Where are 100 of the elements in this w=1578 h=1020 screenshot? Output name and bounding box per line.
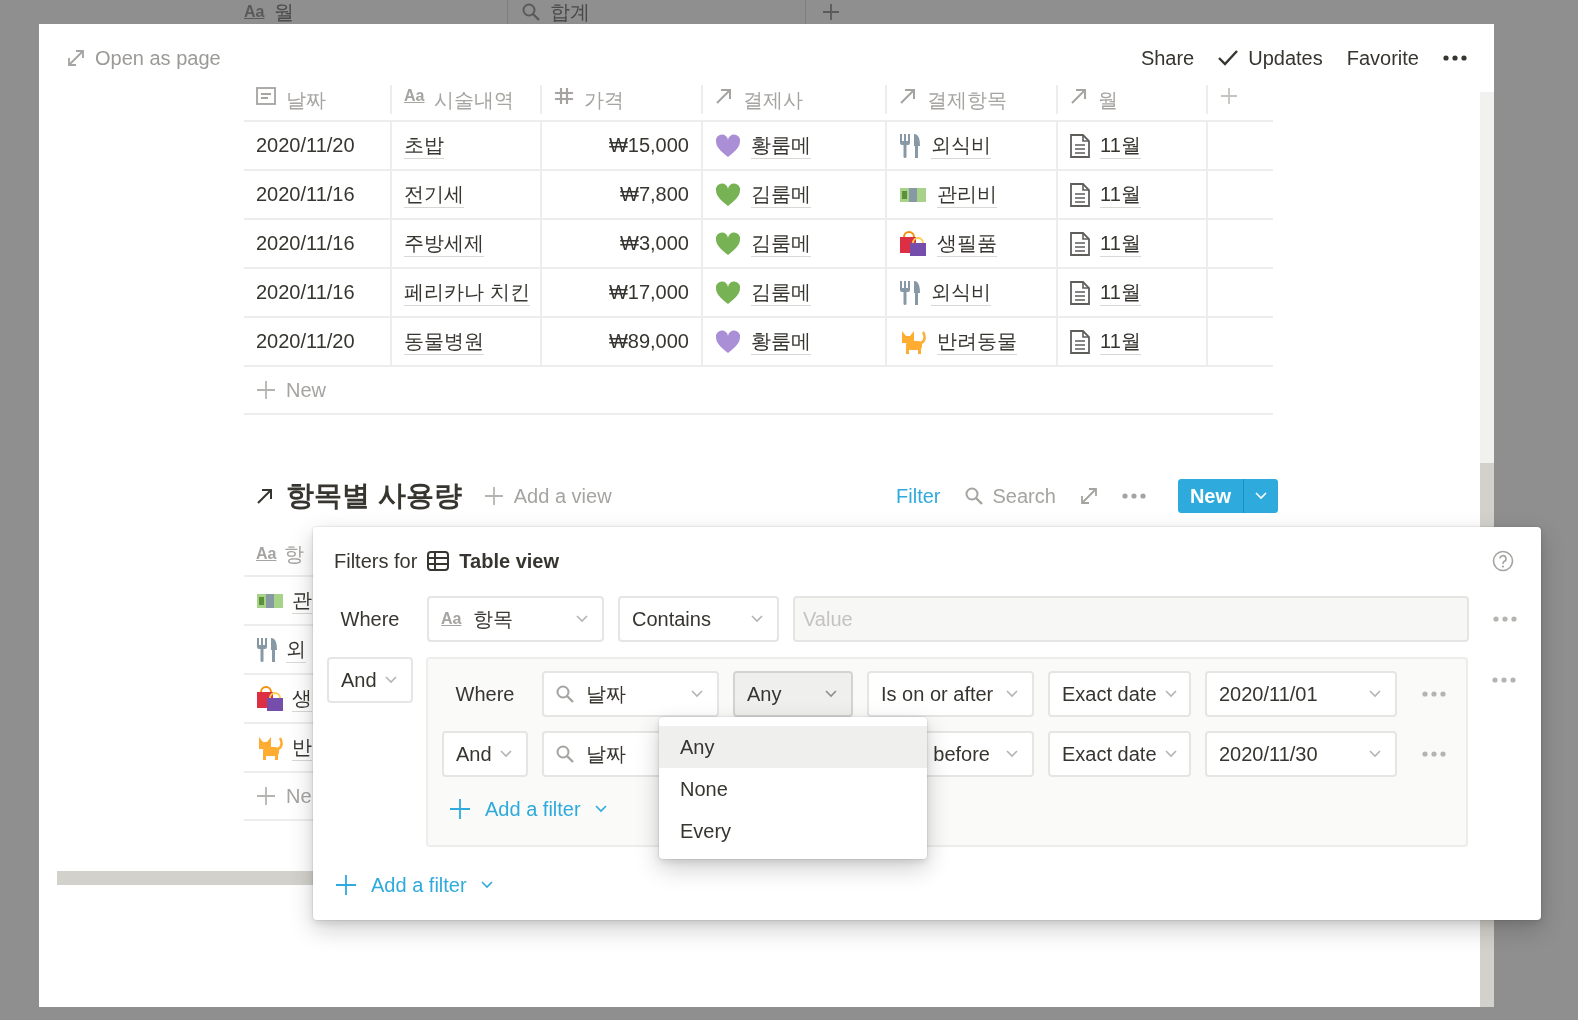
title-link[interactable]: 외 [286,636,306,663]
plus-icon [256,786,276,806]
more-button[interactable] [1443,55,1467,61]
caret-icon [576,615,588,623]
plus-icon [822,3,840,21]
relation-link[interactable]: 생필품 [937,230,997,257]
date-cell: 2020/11/16 [256,183,355,206]
updates-button[interactable]: Updates [1218,46,1323,70]
property-select[interactable]: Aa 항목 [427,596,604,642]
quantifier-select[interactable]: Any [733,671,853,717]
more-icon [1421,691,1446,697]
relation-link[interactable]: 관리비 [937,181,997,208]
caret-icon [1006,750,1018,758]
date-select[interactable]: 2020/11/01 [1205,671,1397,717]
title-link[interactable]: 동물병원 [404,328,484,355]
expand-icon [1079,487,1098,505]
date-mode-select[interactable]: Exact date [1048,671,1191,717]
caret-icon [825,690,837,698]
caret-icon [594,805,607,813]
price-cell: ₩89,000 [608,330,689,353]
conjunction-select[interactable]: And [442,731,528,777]
relation-link[interactable]: 황룸메 [751,132,811,159]
caret-icon [385,676,397,684]
title-link[interactable]: 주방세제 [404,230,484,257]
arrow-icon [256,487,274,505]
date-cell: 2020/11/16 [256,232,355,255]
document-icon [1070,231,1090,256]
conjunction-select[interactable]: And [327,657,413,703]
plus-icon [256,380,276,400]
caret-icon [480,881,493,889]
relation-link[interactable]: 11월 [1100,132,1141,159]
plus-icon [483,486,504,506]
popup-label: Filters for [334,549,418,573]
relation-link[interactable]: 김룸메 [751,279,811,306]
relation-link[interactable]: 11월 [1100,328,1141,355]
shopping-bags-icon [256,685,284,712]
title-link[interactable]: 관 [292,587,312,614]
relation-link[interactable]: 외식비 [931,132,991,159]
more-icon[interactable] [1493,616,1517,622]
check-icon [1218,50,1239,66]
relation-link[interactable]: 외식비 [931,279,991,306]
search-icon [556,745,574,763]
caret-icon [1006,690,1018,698]
title-link[interactable]: 전기세 [404,181,464,208]
relation-link[interactable]: 반려동물 [937,328,1017,355]
price-cell: ₩7,800 [620,183,689,206]
document-icon [1070,133,1090,158]
section-title: 항목별 사용량 [286,479,462,513]
caret-icon [1255,492,1267,500]
document-icon [1070,280,1090,305]
relation-link[interactable]: 11월 [1100,230,1141,257]
more-icon [1121,493,1146,499]
title-link[interactable]: 페리카나 치킨 [404,279,530,306]
text-type-icon: Aa [256,545,277,563]
add-column-icon[interactable] [1220,87,1238,105]
expand-button[interactable] [1079,487,1098,505]
money-icon [899,185,927,204]
more-icon [1443,55,1467,61]
caret-icon [1369,690,1381,698]
action-button[interactable]: Share [1140,46,1195,70]
date-cell: 2020/11/20 [256,134,355,157]
column-header: 월 [274,0,295,24]
relation-link[interactable]: 김룸메 [751,230,811,257]
fork-knife-icon [899,132,921,159]
search-icon [556,685,574,703]
title-link[interactable]: 생 [292,685,312,712]
menu-item[interactable]: Every [659,810,927,852]
help-icon [1492,550,1514,572]
view-name: Table view [459,549,559,573]
menu-item[interactable]: Any [659,726,927,768]
title-link[interactable]: 반 [292,734,312,761]
expand-icon [67,49,85,67]
fork-knife-icon [256,636,278,663]
property-select[interactable]: 날짜 [542,671,719,717]
relation-link[interactable]: 11월 [1100,181,1141,208]
where-label: Where [340,607,400,632]
operator-select[interactable]: Contains [618,596,779,642]
document-icon [1070,182,1090,207]
money-icon [256,591,284,610]
date-select[interactable]: 2020/11/30 [1205,731,1397,777]
calendar-list-icon [256,87,276,105]
document-icon [1070,329,1090,354]
relation-link[interactable]: 김룸메 [751,181,811,208]
title-link[interactable]: 초밥 [404,132,444,159]
date-mode-select[interactable]: Exact date [1048,731,1191,777]
action-button[interactable]: Favorite [1346,46,1419,70]
price-cell: ₩15,000 [608,134,689,157]
relation-link[interactable]: 11월 [1100,279,1141,306]
relation-link[interactable]: 황룸메 [751,328,811,355]
arrow-icon [715,87,733,105]
arrow-icon [1070,87,1088,105]
shopping-bags-icon [899,230,927,257]
operator-select[interactable]: Is on or after [867,671,1034,717]
caret-icon [1164,750,1177,758]
price-cell: ₩3,000 [620,232,689,255]
search-icon [964,487,983,505]
fork-knife-icon [899,279,921,306]
table-icon [427,551,450,571]
text-type-icon: Aa [404,87,425,105]
price-cell: ₩17,000 [608,281,689,304]
